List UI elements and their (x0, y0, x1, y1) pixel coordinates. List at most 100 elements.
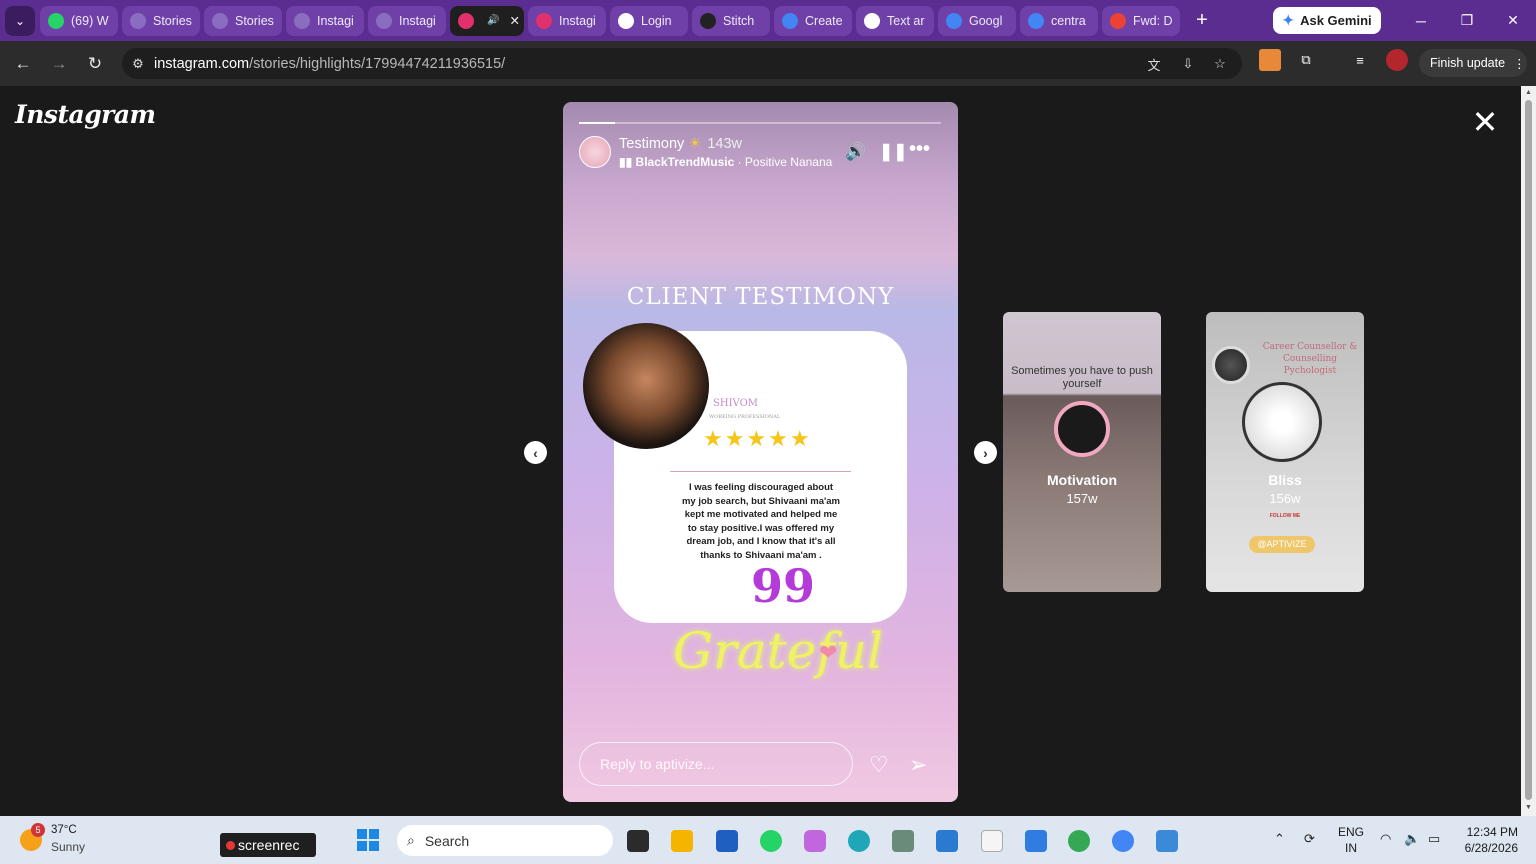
tab-5[interactable]: 🔊 ✕ (450, 5, 524, 36)
highlight-preview-bliss[interactable]: Career Counsellor & Counselling Pycholog… (1206, 312, 1364, 592)
tab-10[interactable]: Text ar (856, 5, 934, 36)
sparkle-icon: ✦ (1282, 12, 1295, 28)
preview-label: Bliss (1268, 472, 1302, 488)
tab-label: Stories (235, 13, 274, 28)
sun-icon: ☀ (688, 136, 702, 152)
reply-placeholder: Reply to aptivize... (600, 756, 715, 772)
highlight-preview-motivation[interactable]: Sometimes you have to push yourself Moti… (1003, 312, 1161, 592)
openai-icon (864, 12, 880, 29)
bookmark-star-icon[interactable]: ☆ (1210, 54, 1230, 74)
app-icon[interactable] (892, 830, 914, 852)
tray-chevron-up-icon[interactable]: ⌃ (1274, 831, 1285, 847)
like-heart-icon[interactable]: ♡ (869, 752, 889, 778)
install-app-icon[interactable]: ⇩ (1178, 54, 1198, 74)
tab-6[interactable]: Instagi (528, 5, 606, 36)
scroll-down-arrow-icon[interactable]: ▼ (1524, 804, 1533, 811)
new-tab-button[interactable]: + (1188, 7, 1216, 35)
tab-label: Login (641, 13, 672, 28)
tab-7[interactable]: Login (610, 5, 688, 36)
copilot-icon[interactable] (804, 830, 826, 852)
preview-follow-text: FOLLOW ME (1269, 513, 1301, 519)
tab-4[interactable]: Instagi (368, 5, 446, 36)
scroll-thumb[interactable] (1525, 100, 1532, 800)
tab-9[interactable]: Create (774, 5, 852, 36)
story-music[interactable]: ▮▮ BlackTrendMusic · Positive Nanana (619, 155, 832, 169)
speaker-icon[interactable]: 🔈 (1404, 831, 1420, 847)
instagram-logo[interactable]: Instagram (15, 100, 156, 129)
story-avatar[interactable] (579, 136, 611, 168)
minimize-button[interactable]: ─ (1398, 0, 1444, 41)
ask-gemini-button[interactable]: ✦ Ask Gemini (1273, 7, 1381, 34)
tab-12[interactable]: centra (1020, 5, 1098, 36)
tab-2[interactable]: Stories (204, 5, 282, 36)
profile-avatar[interactable] (1386, 49, 1408, 71)
google-icon (1028, 12, 1044, 29)
file-explorer-icon[interactable] (671, 830, 693, 852)
screenrec-widget[interactable]: screenrec (220, 833, 316, 857)
reply-input[interactable]: Reply to aptivize... (579, 742, 853, 786)
search-icon: ⌕ (407, 832, 415, 848)
close-story-button[interactable]: ✕ (1470, 106, 1500, 138)
tab-0[interactable]: (69) W (40, 5, 118, 36)
sync-icon[interactable]: ⟳ (1304, 831, 1315, 847)
weather-condition[interactable]: Sunny (51, 840, 85, 854)
restore-button[interactable]: ❐ (1444, 0, 1490, 41)
more-vert-icon: ⋮ (1513, 56, 1526, 71)
reload-icon: ↻ (87, 53, 103, 73)
volume-icon[interactable]: 🔊 (845, 142, 866, 162)
battery-icon[interactable]: ▭ (1428, 831, 1440, 847)
next-story-button[interactable]: › (974, 441, 997, 464)
media-controls-icon[interactable]: ≡ (1349, 49, 1371, 71)
task-view-icon[interactable] (627, 830, 649, 852)
taskbar-clock[interactable]: 12:34 PM 6/28/2026 (1458, 824, 1518, 856)
notes-icon[interactable] (981, 830, 1003, 852)
story-username[interactable]: Testimony (619, 136, 684, 152)
store-icon[interactable] (716, 830, 738, 852)
share-send-icon[interactable]: ➢ (909, 752, 927, 778)
taskbar-search[interactable]: ⌕ Search (397, 825, 613, 856)
notepad-icon[interactable] (1025, 830, 1047, 852)
story-username-row: Testimony ☀ 143w (619, 136, 742, 152)
globe-icon (294, 12, 310, 29)
tab-11[interactable]: Googl (938, 5, 1016, 36)
tab-close-icon[interactable]: ✕ (509, 13, 519, 28)
tab-search-button[interactable]: ⌄ (5, 5, 35, 36)
whatsapp-icon[interactable] (760, 830, 782, 852)
window-close-button[interactable]: ✕ (1490, 0, 1536, 41)
extension-icon[interactable] (1259, 49, 1281, 71)
tab-1[interactable]: Stories (122, 5, 200, 36)
edge-icon[interactable] (848, 830, 870, 852)
story-viewer[interactable]: Testimony ☀ 143w ▮▮ BlackTrendMusic · Pos… (563, 102, 958, 802)
pause-icon[interactable]: ❚❚ (879, 142, 908, 162)
more-options-icon[interactable]: ••• (909, 138, 930, 161)
photos-icon[interactable] (1156, 830, 1178, 852)
previous-story-button[interactable]: ‹ (524, 441, 547, 464)
address-bar[interactable]: ⚙ instagram.com/stories/highlights/17994… (122, 48, 1242, 79)
tab-3[interactable]: Instagi (286, 5, 364, 36)
tab-8[interactable]: Stitch (692, 5, 770, 36)
wifi-icon[interactable]: ◠ (1380, 831, 1391, 847)
chrome-profile-icon[interactable] (1112, 830, 1134, 852)
puzzle-icon[interactable]: ⧉ (1295, 49, 1317, 71)
tab-13[interactable]: Fwd: D (1102, 5, 1180, 36)
language-indicator[interactable]: ENG IN (1338, 824, 1364, 856)
tab-label: Googl (969, 13, 1003, 28)
back-button[interactable]: ← (5, 46, 41, 82)
finish-update-button[interactable]: Finish update ⋮ (1419, 49, 1527, 77)
tab-audio-icon[interactable]: 🔊 (487, 15, 499, 26)
page-scrollbar[interactable]: ▲ ▼ (1521, 86, 1536, 816)
weather-temp[interactable]: 37°C (51, 824, 77, 836)
ask-gemini-label: Ask Gemini (1300, 13, 1372, 28)
chrome-icon[interactable] (1068, 830, 1090, 852)
vscode-icon[interactable] (936, 830, 958, 852)
site-info-icon[interactable]: ⚙ (122, 56, 154, 72)
scroll-up-arrow-icon[interactable]: ▲ (1524, 89, 1533, 96)
forward-button[interactable]: → (41, 46, 77, 82)
reload-button[interactable]: ↻ (77, 46, 113, 82)
translate-icon[interactable]: 文 (1144, 54, 1164, 74)
start-button[interactable] (357, 829, 379, 851)
tab-label: Fwd: D (1133, 13, 1172, 28)
taskbar-search-label: Search (424, 832, 470, 849)
translate-icon (946, 12, 962, 29)
clock-time: 12:34 PM (1466, 825, 1518, 839)
